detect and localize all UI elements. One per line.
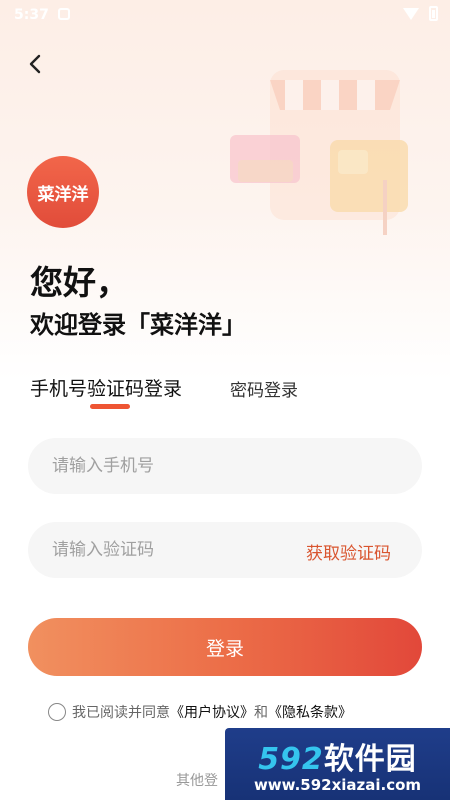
privacy-policy-link[interactable]: 《隐私条款》	[268, 702, 352, 722]
get-code-button[interactable]: 获取验证码	[306, 539, 391, 564]
chevron-left-icon	[29, 54, 41, 74]
back-button[interactable]	[22, 50, 50, 78]
agreement-row: 我已阅读并同意 《用户协议》 和 《隐私条款》	[48, 702, 352, 722]
agreement-prefix: 我已阅读并同意	[72, 705, 170, 721]
phone-input[interactable]	[28, 438, 422, 494]
watermark-brand: 软件园	[323, 742, 417, 777]
status-bar: 5:37	[0, 0, 450, 32]
other-login-label: 其他登	[176, 773, 218, 789]
tab-password-login[interactable]: 密码登录	[230, 376, 298, 401]
logo-text: 菜洋洋	[37, 184, 89, 205]
status-icons	[403, 6, 438, 21]
watermark-url: www.592xiazai.com	[253, 776, 422, 794]
watermark-title: 592软件园	[225, 734, 450, 778]
battery-icon	[429, 6, 438, 21]
active-tab-indicator	[90, 404, 130, 409]
greeting-title: 您好，	[30, 263, 129, 302]
app-logo: 菜洋洋	[27, 156, 99, 228]
user-agreement-link[interactable]: 《用户协议》	[170, 702, 254, 722]
status-time: 5:37	[14, 7, 49, 23]
shop-illustration	[230, 70, 408, 235]
tab-sms-login[interactable]: 手机号验证码登录	[30, 374, 182, 401]
notification-icon	[58, 8, 70, 20]
agree-checkbox[interactable]	[48, 703, 66, 721]
greeting-subtitle: 欢迎登录「菜洋洋」	[30, 311, 246, 339]
agreement-and: 和	[254, 705, 268, 721]
site-watermark: 592软件园 www.592xiazai.com	[225, 728, 450, 800]
wifi-icon	[403, 7, 419, 20]
login-button[interactable]: 登录	[28, 618, 422, 676]
watermark-number: 592	[258, 742, 324, 777]
